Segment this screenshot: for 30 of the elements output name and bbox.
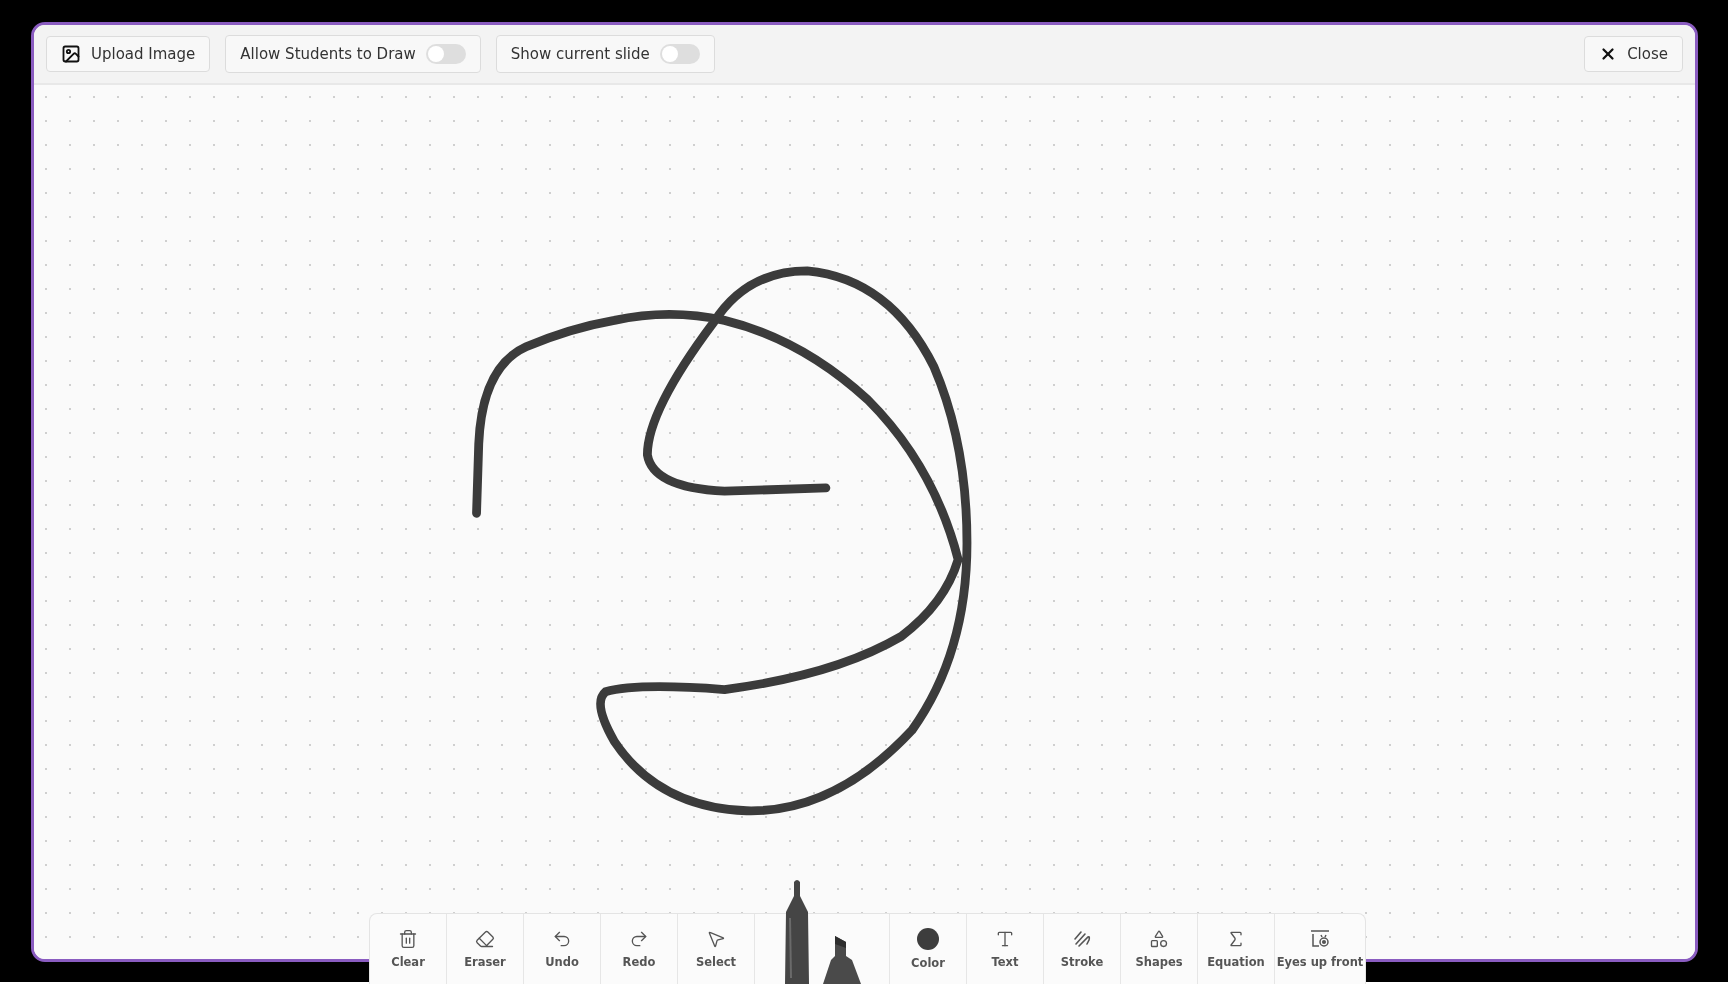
tool-button[interactable]: Stroke bbox=[1044, 914, 1121, 984]
undo-icon bbox=[552, 929, 572, 949]
redo-icon bbox=[629, 929, 649, 949]
text-icon bbox=[995, 929, 1015, 949]
toggle-switch[interactable] bbox=[425, 44, 466, 64]
tool-button[interactable]: Equation bbox=[1198, 914, 1275, 984]
tool-button[interactable]: Eyes up front bbox=[1275, 914, 1365, 984]
toggle-label: Show current slide bbox=[510, 45, 650, 63]
tool-button[interactable]: Undo bbox=[524, 914, 601, 984]
tool-button[interactable]: Eraser bbox=[447, 914, 524, 984]
close-button[interactable]: Close bbox=[1584, 36, 1683, 72]
eraser-icon bbox=[475, 929, 495, 949]
upload-image-button[interactable]: Upload Image bbox=[46, 36, 211, 72]
tool-button[interactable]: Redo bbox=[601, 914, 678, 984]
trash-icon bbox=[398, 929, 418, 949]
toggle-control[interactable]: Show current slide bbox=[495, 35, 715, 73]
tool-button[interactable]: Select bbox=[678, 914, 755, 984]
toggle-label: Allow Students to Draw bbox=[240, 45, 416, 63]
toggle-switch[interactable] bbox=[659, 44, 700, 64]
tool-button[interactable]: Clear bbox=[370, 914, 447, 984]
color-button[interactable]: Color bbox=[890, 914, 967, 984]
image-icon bbox=[61, 44, 81, 64]
pen-tool[interactable] bbox=[782, 878, 812, 984]
tool-button[interactable]: Shapes bbox=[1121, 914, 1198, 984]
shapes-icon bbox=[1149, 929, 1169, 949]
tool-button[interactable]: Text bbox=[967, 914, 1044, 984]
squiggle-icon bbox=[1072, 929, 1092, 949]
pointer-icon bbox=[706, 929, 726, 949]
eye-board-icon bbox=[1309, 929, 1331, 949]
toggle-control[interactable]: Allow Students to Draw bbox=[225, 35, 481, 73]
